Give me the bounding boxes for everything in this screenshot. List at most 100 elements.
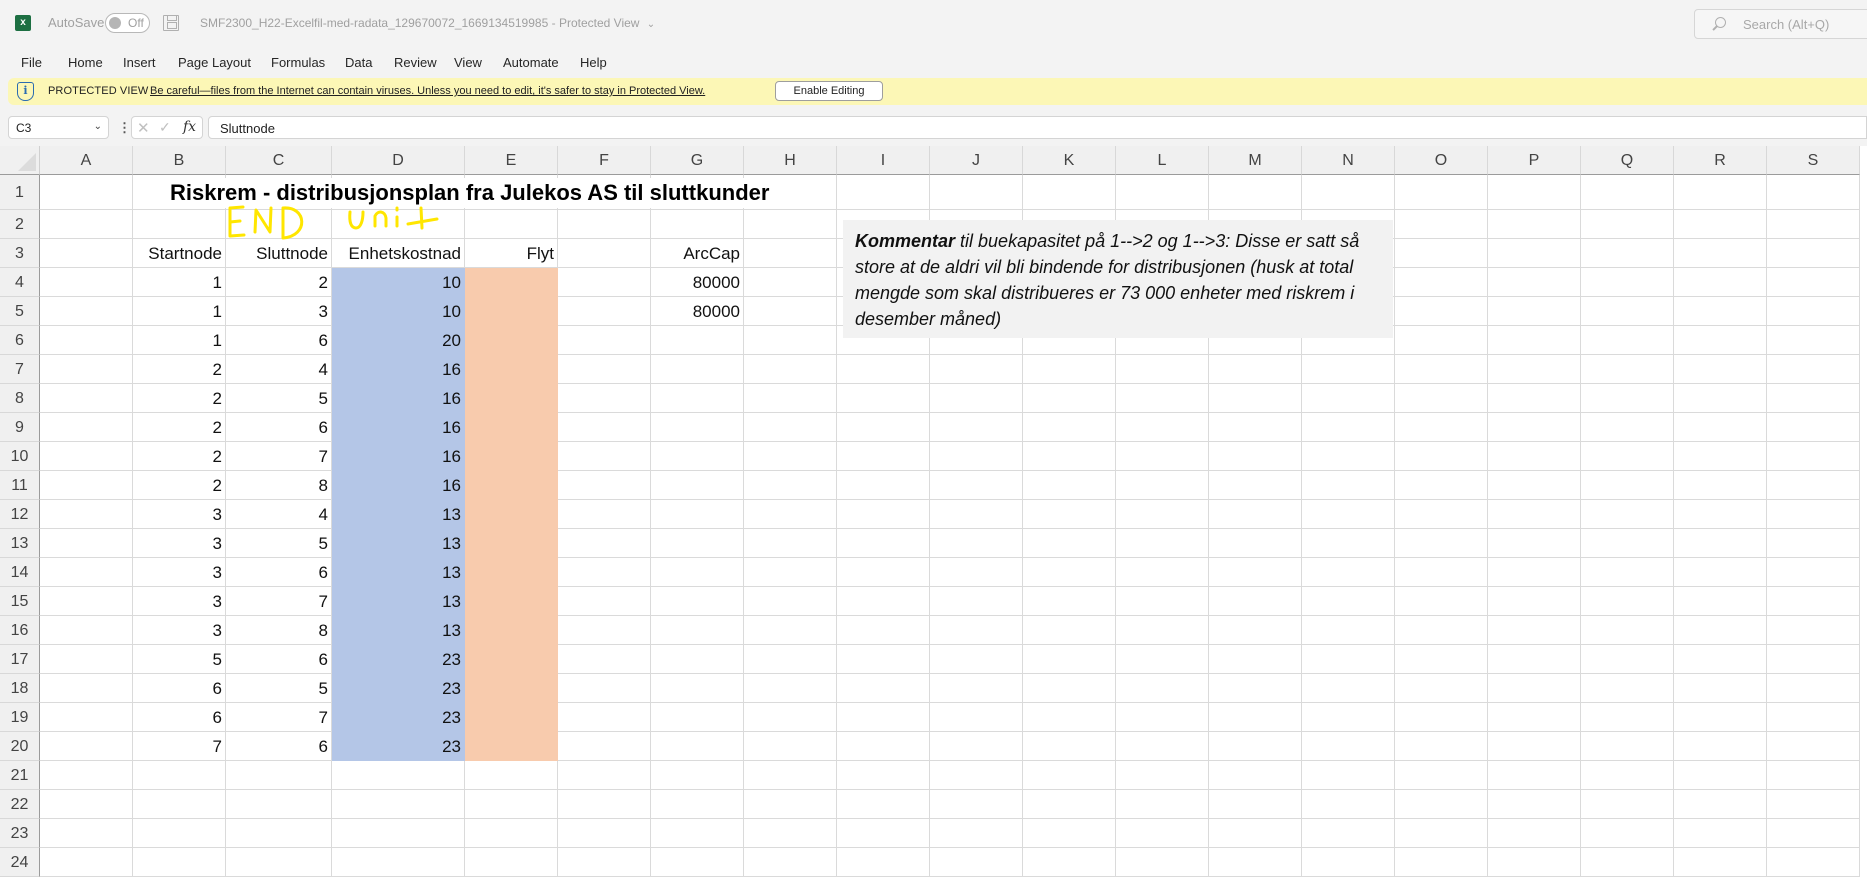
cell-e23[interactable] — [465, 819, 558, 848]
cell-f22[interactable] — [558, 790, 651, 819]
row-header-10[interactable]: 10 — [0, 442, 40, 471]
cell-j21[interactable] — [930, 761, 1023, 790]
cell-l24[interactable] — [1116, 848, 1209, 877]
cell-j18[interactable] — [930, 674, 1023, 703]
cell-p3[interactable] — [1488, 239, 1581, 268]
cell-startnode[interactable]: 7 — [133, 732, 226, 761]
cell-n7[interactable] — [1302, 355, 1395, 384]
cell-k10[interactable] — [1023, 442, 1116, 471]
cell-o23[interactable] — [1395, 819, 1488, 848]
cell-j7[interactable] — [930, 355, 1023, 384]
cell-n19[interactable] — [1302, 703, 1395, 732]
cell-d21[interactable] — [332, 761, 465, 790]
cell-o14[interactable] — [1395, 558, 1488, 587]
cell-a12[interactable] — [40, 500, 133, 529]
cell-startnode[interactable]: 3 — [133, 616, 226, 645]
cell-n9[interactable] — [1302, 413, 1395, 442]
column-header-c[interactable]: C — [226, 146, 332, 175]
cell-m20[interactable] — [1209, 732, 1302, 761]
cell-j15[interactable] — [930, 587, 1023, 616]
cell-n16[interactable] — [1302, 616, 1395, 645]
tab-formulas[interactable]: Formulas — [271, 55, 325, 70]
row-header-1[interactable]: 1 — [0, 175, 40, 210]
cell-i12[interactable] — [837, 500, 930, 529]
cell-k7[interactable] — [1023, 355, 1116, 384]
cell-n1[interactable] — [1302, 175, 1395, 210]
cell-o22[interactable] — [1395, 790, 1488, 819]
row-header-23[interactable]: 23 — [0, 819, 40, 848]
cell-i9[interactable] — [837, 413, 930, 442]
cell-r8[interactable] — [1674, 384, 1767, 413]
cell-q19[interactable] — [1581, 703, 1674, 732]
cell-flyt[interactable] — [465, 297, 558, 326]
cell-r5[interactable] — [1674, 297, 1767, 326]
cell-q4[interactable] — [1581, 268, 1674, 297]
cell-r9[interactable] — [1674, 413, 1767, 442]
cell-r4[interactable] — [1674, 268, 1767, 297]
cell-n21[interactable] — [1302, 761, 1395, 790]
cell-flyt[interactable] — [465, 529, 558, 558]
cell-r14[interactable] — [1674, 558, 1767, 587]
cell-j11[interactable] — [930, 471, 1023, 500]
column-header-m[interactable]: M — [1209, 146, 1302, 175]
cell-p17[interactable] — [1488, 645, 1581, 674]
cell-n18[interactable] — [1302, 674, 1395, 703]
cell-o2[interactable] — [1395, 210, 1488, 239]
cell-a14[interactable] — [40, 558, 133, 587]
cell-h15[interactable] — [744, 587, 837, 616]
cell-f9[interactable] — [558, 413, 651, 442]
tab-file[interactable]: File — [21, 55, 42, 70]
row-header-14[interactable]: 14 — [0, 558, 40, 587]
cell-o4[interactable] — [1395, 268, 1488, 297]
row-header-3[interactable]: 3 — [0, 239, 40, 268]
cell-startnode[interactable]: 3 — [133, 500, 226, 529]
cell-flyt[interactable] — [465, 616, 558, 645]
cell-p8[interactable] — [1488, 384, 1581, 413]
cell-q12[interactable] — [1581, 500, 1674, 529]
cell-o8[interactable] — [1395, 384, 1488, 413]
cell-p10[interactable] — [1488, 442, 1581, 471]
cell-g10[interactable] — [651, 442, 744, 471]
cell-m17[interactable] — [1209, 645, 1302, 674]
cell-f24[interactable] — [558, 848, 651, 877]
cell-flyt[interactable] — [465, 442, 558, 471]
cell-j13[interactable] — [930, 529, 1023, 558]
cell-a3[interactable] — [40, 239, 133, 268]
cell-d23[interactable] — [332, 819, 465, 848]
row-header-13[interactable]: 13 — [0, 529, 40, 558]
cell-p20[interactable] — [1488, 732, 1581, 761]
row-header-18[interactable]: 18 — [0, 674, 40, 703]
cell-a15[interactable] — [40, 587, 133, 616]
cell-r22[interactable] — [1674, 790, 1767, 819]
cell-i13[interactable] — [837, 529, 930, 558]
cell-l7[interactable] — [1116, 355, 1209, 384]
cell-j24[interactable] — [930, 848, 1023, 877]
cell-sluttnode[interactable]: 5 — [226, 529, 332, 558]
cell-g22[interactable] — [651, 790, 744, 819]
cell-h21[interactable] — [744, 761, 837, 790]
cell-f8[interactable] — [558, 384, 651, 413]
column-header-j[interactable]: J — [930, 146, 1023, 175]
cell-s21[interactable] — [1767, 761, 1860, 790]
cell-q9[interactable] — [1581, 413, 1674, 442]
cell-g24[interactable] — [651, 848, 744, 877]
cell-f12[interactable] — [558, 500, 651, 529]
cell-f11[interactable] — [558, 471, 651, 500]
cell-f15[interactable] — [558, 587, 651, 616]
cell-g21[interactable] — [651, 761, 744, 790]
cell-o1[interactable] — [1395, 175, 1488, 210]
cell-c23[interactable] — [226, 819, 332, 848]
cell-g6[interactable] — [651, 326, 744, 355]
cell-f13[interactable] — [558, 529, 651, 558]
cell-startnode[interactable]: 2 — [133, 442, 226, 471]
cell-q18[interactable] — [1581, 674, 1674, 703]
protected-view-message[interactable]: Be careful—files from the Internet can c… — [150, 85, 705, 97]
cell-j8[interactable] — [930, 384, 1023, 413]
cell-sluttnode[interactable]: 2 — [226, 268, 332, 297]
cell-a4[interactable] — [40, 268, 133, 297]
column-header-a[interactable]: A — [40, 146, 133, 175]
cell-k23[interactable] — [1023, 819, 1116, 848]
column-header-r[interactable]: R — [1674, 146, 1767, 175]
cell-s14[interactable] — [1767, 558, 1860, 587]
cell-sluttnode[interactable]: 6 — [226, 558, 332, 587]
